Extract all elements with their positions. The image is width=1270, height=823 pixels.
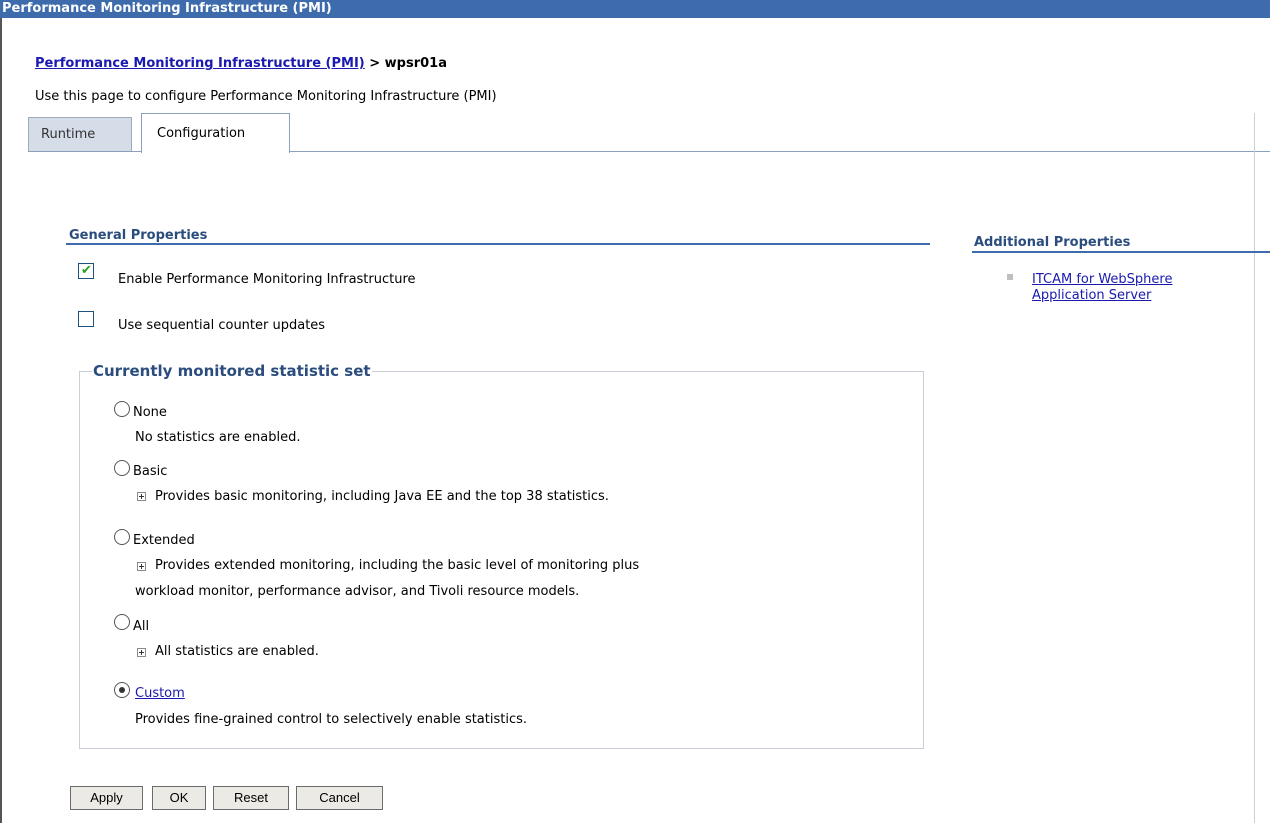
tab-divider-left xyxy=(28,151,141,152)
radio-basic-desc: Provides basic monitoring, including Jav… xyxy=(155,489,609,504)
expand-plus-icon[interactable] xyxy=(137,562,146,571)
custom-link[interactable]: Custom xyxy=(135,686,185,701)
left-border xyxy=(0,18,2,823)
breadcrumb: Performance Monitoring Infrastructure (P… xyxy=(35,56,447,71)
checkmark-icon: ✔ xyxy=(81,263,92,278)
sequential-updates-checkbox[interactable] xyxy=(78,311,94,327)
radio-extended-desc: Provides extended monitoring, including … xyxy=(155,558,640,573)
radio-custom[interactable] xyxy=(114,682,130,698)
radio-selected-dot xyxy=(119,687,125,693)
radio-none-label: None xyxy=(133,405,167,420)
bullet-icon xyxy=(1007,274,1013,280)
tab-runtime[interactable]: Runtime xyxy=(28,117,132,151)
expand-plus-icon[interactable] xyxy=(137,648,146,657)
tab-configuration-label: Configuration xyxy=(157,126,246,141)
sequential-updates-label: Use sequential counter updates xyxy=(118,318,326,333)
window-title-bar: Performance Monitoring Infrastructure (P… xyxy=(0,0,1270,18)
panel-right-border xyxy=(1254,113,1255,823)
reset-button[interactable]: Reset xyxy=(213,786,289,810)
tab-runtime-label: Runtime xyxy=(41,127,96,142)
radio-extended[interactable] xyxy=(114,529,130,545)
general-properties-title: General Properties xyxy=(69,228,208,243)
radio-all-desc: All statistics are enabled. xyxy=(155,644,319,659)
apply-button[interactable]: Apply xyxy=(70,786,143,810)
breadcrumb-pmi-link[interactable]: Performance Monitoring Infrastructure (P… xyxy=(35,56,365,71)
radio-custom-desc: Provides fine-grained control to selecti… xyxy=(135,712,528,727)
statistic-set-group: Currently monitored statistic set xyxy=(79,362,924,749)
radio-none-desc: No statistics are enabled. xyxy=(135,430,301,445)
enable-pmi-checkbox[interactable]: ✔ xyxy=(78,263,94,279)
radio-extended-label: Extended xyxy=(133,533,195,548)
expand-plus-icon[interactable] xyxy=(137,492,146,501)
breadcrumb-separator: > xyxy=(364,56,385,71)
ok-button[interactable]: OK xyxy=(152,786,206,810)
enable-pmi-label: Enable Performance Monitoring Infrastruc… xyxy=(118,272,416,287)
tab-configuration[interactable]: Configuration xyxy=(141,113,290,153)
statistic-set-legend: Currently monitored statistic set xyxy=(93,362,371,380)
radio-none[interactable] xyxy=(114,401,130,417)
cancel-button[interactable]: Cancel xyxy=(296,786,383,810)
radio-all[interactable] xyxy=(114,614,130,630)
window-title: Performance Monitoring Infrastructure (P… xyxy=(2,1,332,16)
tab-divider-right xyxy=(289,151,1270,152)
page-description: Use this page to configure Performance M… xyxy=(35,89,497,104)
radio-extended-desc-cont: workload monitor, performance advisor, a… xyxy=(135,584,580,599)
breadcrumb-current: wpsr01a xyxy=(384,56,447,71)
additional-properties-underline xyxy=(972,251,1270,253)
itcam-link[interactable]: ITCAM for WebSphere Application Server xyxy=(1032,272,1242,304)
radio-basic[interactable] xyxy=(114,460,130,476)
general-properties-underline xyxy=(66,243,930,245)
radio-all-label: All xyxy=(133,619,150,634)
radio-basic-label: Basic xyxy=(133,464,168,479)
additional-properties-title: Additional Properties xyxy=(974,235,1131,250)
